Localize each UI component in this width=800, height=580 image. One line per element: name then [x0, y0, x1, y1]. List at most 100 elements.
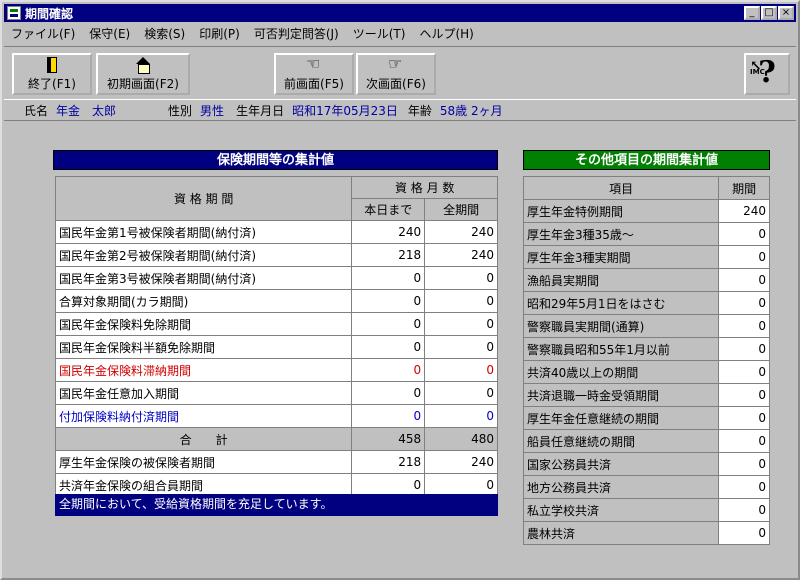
table-row: 国民年金第3号被保険者期間(納付済) 0 0 [54, 266, 498, 290]
table-row: 国民年金保険料滞納期間 0 0 [54, 358, 498, 382]
table-row: 昭和29年5月1日をはさむ 0 [522, 291, 770, 315]
window-controls: _ □ × [743, 6, 794, 20]
table-row: 厚生年金特例期間 240 [522, 199, 770, 223]
table-row: 合算対象期間(カラ期間) 0 0 [54, 289, 498, 313]
menu-bar: ファイル(F) 保守(E) 検索(S) 印刷(P) 可否判定問答(J) ツール(… [4, 23, 796, 43]
table-row: 国民年金第1号被保険者期間(納付済) 240 240 [54, 220, 498, 244]
period-label: 合算対象期間(カラ期間) [54, 289, 353, 313]
menu-file[interactable]: ファイル(F) [4, 25, 82, 42]
toolbar: 終了(F1) 初期画面(F2) 前画面(F5) 次画面(F6) ↖ ? IMC [4, 46, 796, 100]
months-today: 0 [351, 358, 426, 382]
period-label: 国民年金第1号被保険者期間(納付済) [54, 220, 353, 244]
months-today: 0 [351, 404, 426, 428]
menu-tools[interactable]: ツール(T) [346, 25, 413, 42]
context-help-button[interactable]: ↖ ? IMC [744, 53, 790, 95]
minimize-button[interactable]: _ [744, 6, 760, 20]
item-value: 0 [718, 291, 770, 315]
item-value: 0 [718, 314, 770, 338]
table-row: 地方公務員共済 0 [522, 475, 770, 499]
period-label: 付加保険料納付済期間 [54, 404, 353, 428]
home-button[interactable]: 初期画面(F2) [96, 53, 190, 95]
sex-label: 性別 [168, 104, 193, 118]
months-today: 0 [351, 335, 426, 359]
menu-help[interactable]: ヘルプ(H) [412, 25, 480, 42]
months-all: 0 [424, 358, 498, 382]
period-label: 国民年金第3号被保険者期間(納付済) [54, 266, 353, 290]
home-icon [135, 56, 151, 74]
months-all: 0 [424, 381, 498, 405]
next-screen-button[interactable]: 次画面(F6) [356, 53, 436, 95]
total-label: 合 計 [54, 427, 353, 451]
age-label: 年齢 [407, 104, 432, 118]
hand-right-icon [388, 54, 404, 73]
item-label: 船員任意継続の期間 [522, 429, 720, 453]
item-label: 昭和29年5月1日をはさむ [522, 291, 720, 315]
period-label: 国民年金保険料半額免除期間 [54, 335, 353, 359]
window-title: 期間確認 [25, 6, 74, 21]
table-row: 共済40歳以上の期間 0 [522, 360, 770, 384]
left-panel-title: 保険期間等の集計値 [53, 150, 498, 170]
close-button[interactable]: × [778, 6, 794, 20]
period-label: 厚生年金保険の被保険者期間 [54, 450, 353, 474]
item-value: 0 [718, 337, 770, 361]
right-panel-title: その他項目の期間集計値 [523, 150, 770, 170]
menu-print[interactable]: 印刷(P) [192, 25, 247, 42]
item-label: 警察職員実期間(通算) [522, 314, 720, 338]
total-all: 480 [424, 427, 498, 451]
title-bar: 期間確認 _ □ × [4, 4, 796, 22]
menu-eligibility-qa[interactable]: 可否判定問答(J) [247, 25, 346, 42]
period-label: 国民年金保険料免除期間 [54, 312, 353, 336]
item-value: 0 [718, 268, 770, 292]
item-value: 0 [718, 452, 770, 476]
item-value: 0 [718, 222, 770, 246]
table-row: 国民年金保険料半額免除期間 0 0 [54, 335, 498, 359]
months-today: 0 [351, 289, 426, 313]
header-item: 項目 [522, 176, 720, 200]
insurance-period-table: 資 格 期 間 資 格 月 数 本日まで 全期間 国民年金第1号被保険者期間(納… [54, 176, 498, 497]
months-today: 240 [351, 220, 426, 244]
other-items-table: 項目 期間 厚生年金特例期間 240 厚生年金3種35歳～ 0 厚生年金3種実期間 0 漁船… [522, 176, 770, 545]
period-label: 国民年金任意加入期間 [54, 381, 353, 405]
prev-label: 前画面(F5) [284, 76, 344, 91]
table-row: 国民年金第2号被保険者期間(納付済) 218 240 [54, 243, 498, 267]
months-all: 0 [424, 266, 498, 290]
menu-search[interactable]: 検索(S) [137, 25, 192, 42]
item-label: 警察職員昭和55年1月以前 [522, 337, 720, 361]
table-row: 警察職員昭和55年1月以前 0 [522, 337, 770, 361]
exit-label: 終了(F1) [28, 76, 76, 91]
table-row: 船員任意継続の期間 0 [522, 429, 770, 453]
table-row: 漁船員実期間 0 [522, 268, 770, 292]
item-label: 厚生年金任意継続の期間 [522, 406, 720, 430]
prev-screen-button[interactable]: 前画面(F5) [274, 53, 354, 95]
table-row: 厚生年金3種35歳～ 0 [522, 222, 770, 246]
help-caption: IMC [750, 68, 765, 76]
table-row: 警察職員実期間(通算) 0 [522, 314, 770, 338]
months-today: 218 [351, 243, 426, 267]
header-qualification-period: 資 格 期 間 [54, 176, 353, 221]
item-value: 0 [718, 245, 770, 269]
total-today: 458 [351, 427, 426, 451]
months-today: 0 [351, 312, 426, 336]
table-row: 私立学校共済 0 [522, 498, 770, 522]
table-row: 農林共済 0 [522, 521, 770, 545]
header-until-today: 本日まで [351, 198, 426, 221]
item-label: 厚生年金3種35歳～ [522, 222, 720, 246]
birth-value: 昭和17年05月23日 [292, 104, 398, 118]
exit-button[interactable]: 終了(F1) [12, 53, 92, 95]
maximize-button[interactable]: □ [761, 6, 777, 20]
months-all: 0 [424, 404, 498, 428]
months-all: 240 [424, 243, 498, 267]
item-label: 厚生年金特例期間 [522, 199, 720, 223]
period-label: 国民年金第2号被保険者期間(納付済) [54, 243, 353, 267]
table-row: 国民年金保険料免除期間 0 0 [54, 312, 498, 336]
item-label: 厚生年金3種実期間 [522, 245, 720, 269]
eligibility-message: 全期間において、受給資格期間を充足しています。 [55, 494, 498, 516]
item-value: 0 [718, 383, 770, 407]
months-today: 0 [351, 381, 426, 405]
menu-maintenance[interactable]: 保守(E) [82, 25, 137, 42]
item-label: 漁船員実期間 [522, 268, 720, 292]
table-row: 共済退職一時金受領期間 0 [522, 383, 770, 407]
months-today: 0 [351, 266, 426, 290]
item-label: 共済40歳以上の期間 [522, 360, 720, 384]
item-value: 0 [718, 498, 770, 522]
